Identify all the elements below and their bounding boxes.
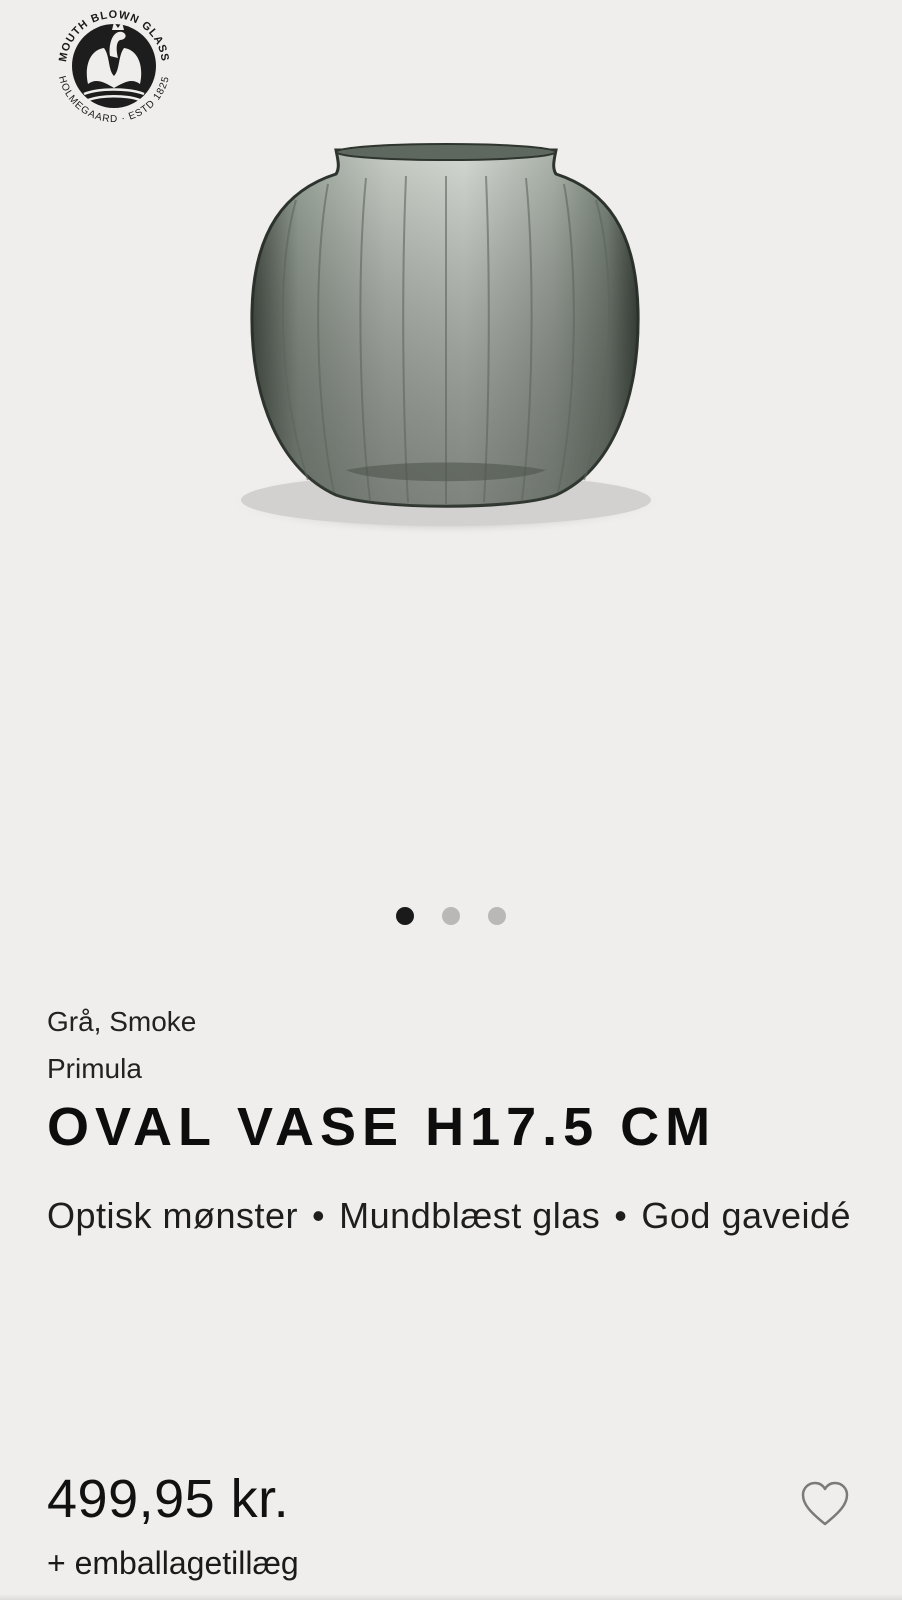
product-features: Optisk mønster • Mundblæst glas • God gaveid… (47, 1181, 867, 1251)
bottom-edge-shadow (0, 1594, 902, 1600)
product-gallery[interactable]: MOUTH BLOWN GLASS HOLMEGAARD · ESTD 1825 (0, 0, 902, 960)
feature-optical-pattern: Optisk mønster (47, 1195, 299, 1236)
gallery-dot-3[interactable] (488, 907, 506, 925)
gallery-pagination (0, 907, 902, 925)
feature-mouth-blown: Mundblæst glas (339, 1195, 601, 1236)
feature-separator: • (312, 1195, 326, 1236)
product-price: 499,95 kr. (47, 1469, 290, 1529)
product-color: Grå, Smoke (47, 1006, 197, 1037)
product-details: Grå, Smoke Primula OVAL VASE H17.5 CM Op… (47, 1002, 867, 1251)
product-title: OVAL VASE H17.5 CM (47, 1097, 717, 1157)
heart-icon (801, 1481, 849, 1526)
holmegaard-logo: MOUTH BLOWN GLASS HOLMEGAARD · ESTD 1825 (44, 0, 184, 136)
feature-separator: • (614, 1195, 628, 1236)
vase-image (224, 143, 668, 536)
packaging-fee-note: + emballagetillæg (47, 1545, 299, 1581)
swan-logo-icon: MOUTH BLOWN GLASS HOLMEGAARD · ESTD 1825 (56, 9, 171, 125)
wishlist-button[interactable] (800, 1480, 850, 1530)
gallery-dot-2[interactable] (442, 907, 460, 925)
product-series: Primula (47, 1053, 142, 1084)
product-image-vase[interactable] (216, 140, 676, 560)
feature-gift-idea: God gaveidé (641, 1195, 852, 1236)
gallery-dot-1[interactable] (396, 907, 414, 925)
